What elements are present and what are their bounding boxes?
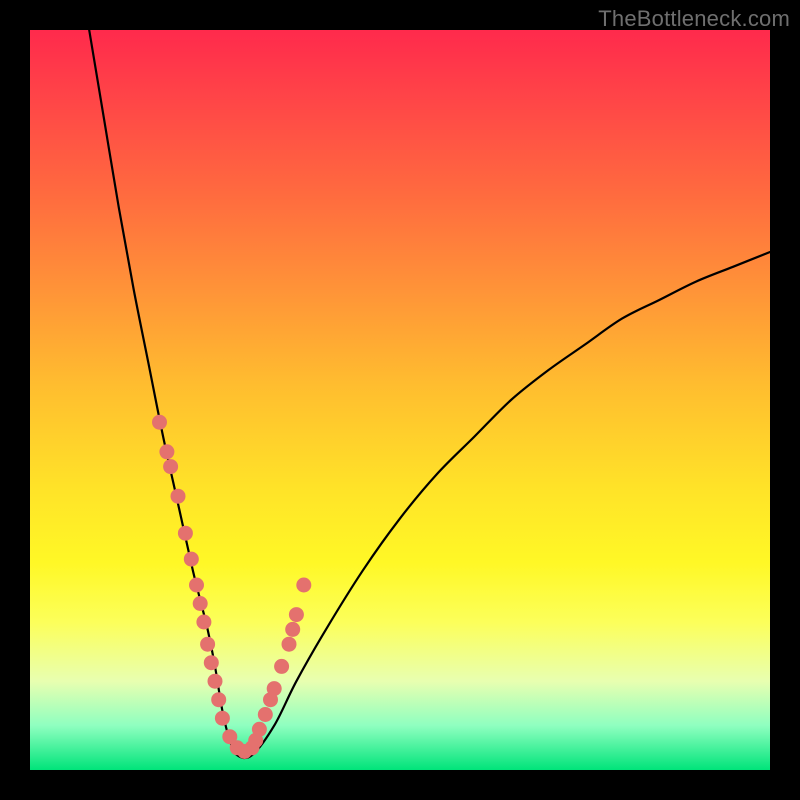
data-dot [193,596,208,611]
data-dot [208,674,223,689]
data-dot [258,707,273,722]
watermark-text: TheBottleneck.com [598,6,790,32]
bottleneck-curve-plot [30,30,770,770]
data-dot [204,655,219,670]
data-dot [282,637,297,652]
data-dot [211,692,226,707]
dot-cluster [152,415,311,759]
curve-line [89,30,770,758]
data-dot [252,722,267,737]
data-dot [200,637,215,652]
data-dot [178,526,193,541]
data-dot [296,578,311,593]
data-dot [285,622,300,637]
data-dot [184,552,199,567]
data-dot [152,415,167,430]
data-dot [274,659,289,674]
data-dot [289,607,304,622]
chart-area [30,30,770,770]
data-dot [159,444,174,459]
data-dot [267,681,282,696]
data-dot [189,578,204,593]
data-dot [196,615,211,630]
data-dot [171,489,186,504]
data-dot [163,459,178,474]
data-dot [215,711,230,726]
